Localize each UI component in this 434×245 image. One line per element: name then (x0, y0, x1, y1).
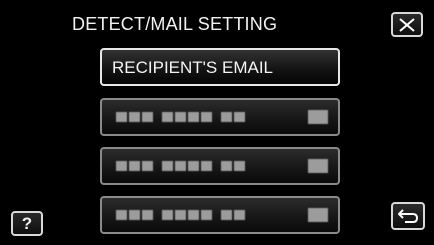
placeholder-value (308, 159, 328, 173)
placeholder-value (308, 208, 328, 222)
help-button-label: ? (21, 213, 33, 233)
close-button[interactable] (391, 12, 423, 37)
close-icon (399, 17, 415, 32)
menu-item-placeholder[interactable] (100, 196, 340, 234)
menu-item-recipients-email[interactable]: RECIPIENT'S EMAIL (100, 48, 340, 86)
back-button[interactable] (391, 202, 425, 230)
menu-item-placeholder[interactable] (100, 147, 340, 185)
return-icon (398, 209, 419, 223)
placeholder-text (116, 112, 247, 122)
menu-item-label: RECIPIENT'S EMAIL (112, 58, 274, 77)
placeholder-text (116, 161, 247, 171)
placeholder-value (308, 110, 328, 124)
placeholder-text (116, 210, 247, 220)
menu-item-placeholder[interactable] (100, 98, 340, 136)
page-title: DETECT/MAIL SETTING (72, 14, 278, 34)
help-button[interactable]: ? (11, 211, 43, 236)
camera-menu-screen: DETECT/MAIL SETTING RECIPIENT'S EMAIL ? (0, 0, 434, 245)
